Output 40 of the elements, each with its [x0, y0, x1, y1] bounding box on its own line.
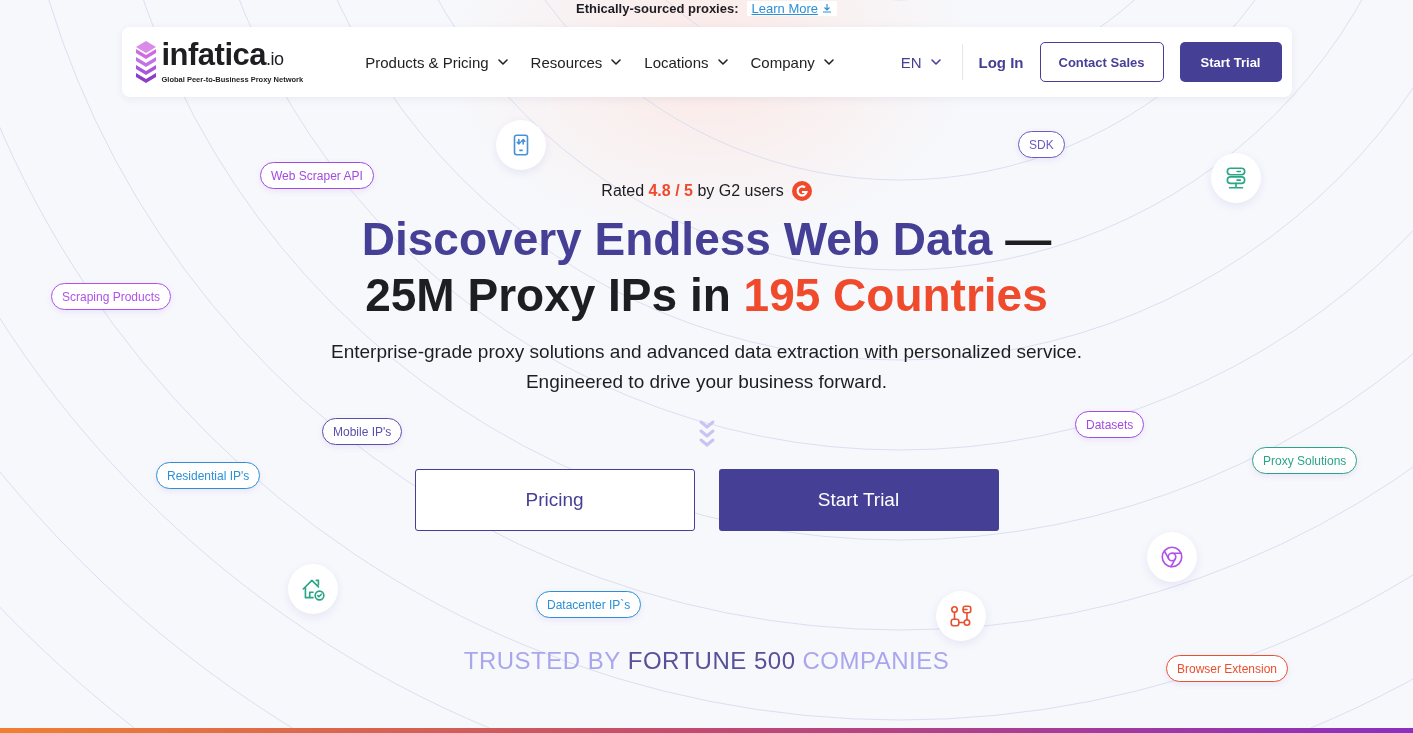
announcement-text: Ethically-sourced proxies:: [575, 0, 739, 16]
product-tag[interactable]: Scraping Products: [51, 283, 172, 310]
house-check-icon: [288, 564, 338, 614]
login-link[interactable]: Log In: [978, 53, 1024, 71]
chevron-down-icon: [822, 56, 835, 68]
nav-menu-item[interactable]: Locations: [644, 53, 729, 71]
product-tag[interactable]: Browser Extension: [1166, 655, 1289, 682]
learn-more-link[interactable]: Learn More: [746, 0, 837, 16]
trusted-by-text: TRUSTED BY: [463, 647, 621, 675]
hero-headline: Discovery Endless Web Data — 25M Proxy IPs in 195 Countries: [361, 212, 1052, 323]
start-trial-button[interactable]: Start Trial: [718, 469, 999, 531]
chevron-down-icon: [716, 56, 729, 68]
rating-text: Rated 4.8 / 5 by G2 users: [601, 182, 784, 200]
download-icon: [822, 3, 832, 13]
nav-menu-item[interactable]: Company: [750, 53, 835, 71]
pricing-button[interactable]: Pricing: [414, 469, 695, 531]
trusted-by-text: FORTUNE 500: [627, 647, 796, 675]
product-tag[interactable]: Residential IP's: [156, 462, 261, 489]
chevron-down-icon: [929, 56, 942, 68]
contact-sales-button[interactable]: Contact Sales: [1039, 42, 1164, 82]
start-trial-button[interactable]: Start Trial: [1179, 42, 1282, 82]
product-tag[interactable]: Web Scraper API: [260, 162, 374, 189]
product-tag[interactable]: Mobile IP's: [322, 418, 403, 445]
phone-icon: [496, 120, 546, 170]
logo-wordmark[interactable]: infatica.io: [161, 40, 304, 73]
product-tag[interactable]: Datasets: [1075, 411, 1145, 438]
browser-logo-icon: [1147, 532, 1197, 582]
chevron-down-icon: [496, 56, 509, 68]
g2-badge-icon: [791, 181, 812, 201]
hero-subtitle: Enterprise-grade proxy solutions and advanced data extraction with personalized service. Engineered to drive your business forward.: [331, 340, 1082, 394]
trusted-by-text: COMPANIES: [802, 647, 950, 675]
chevron-down-icon: [610, 56, 623, 68]
product-tag[interactable]: SDK: [1018, 131, 1065, 158]
language-selector[interactable]: EN: [900, 53, 942, 71]
nav-menu-item[interactable]: Resources: [530, 53, 623, 71]
stacked-layers-logo-icon: [133, 39, 158, 85]
server-icon: [1211, 153, 1261, 203]
product-tag[interactable]: Datacenter IP`s: [536, 591, 642, 618]
nav-menu-item[interactable]: Products & Pricing: [365, 53, 509, 71]
flowchart-icon: [936, 591, 986, 641]
